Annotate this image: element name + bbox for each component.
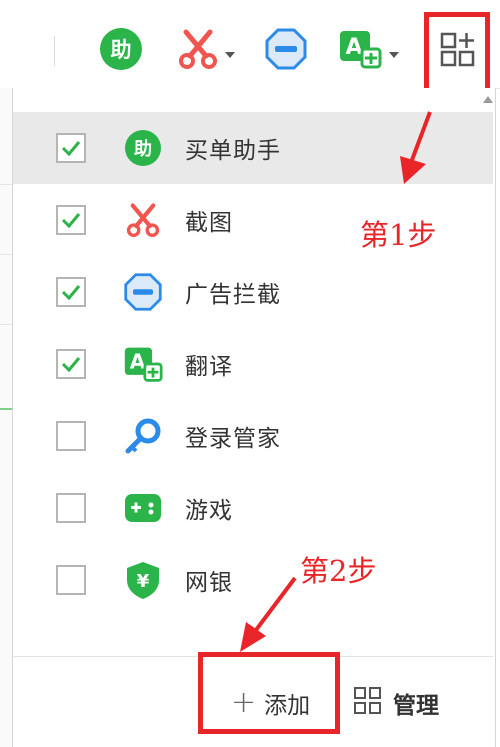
list-item[interactable]: ¥ 网银 [13, 544, 493, 616]
step2-annotation: 第2步 [300, 554, 377, 588]
svg-text:A: A [130, 350, 146, 374]
chevron-down-icon[interactable] [224, 45, 236, 58]
svg-text:助: 助 [111, 38, 132, 62]
key-icon [123, 416, 163, 456]
toolbar-extensions-button[interactable] [434, 26, 482, 78]
translate-icon: A [123, 344, 163, 384]
manage-button[interactable]: 管理 [353, 681, 439, 725]
list-item[interactable]: 广告拦截 [13, 256, 493, 328]
list-item[interactable]: 登录管家 [13, 400, 493, 472]
panel-footer: + 添加 管理 [13, 656, 493, 747]
gamepad-icon [123, 488, 163, 528]
list-item[interactable]: 游戏 [13, 472, 493, 544]
toolbar-separator [54, 36, 55, 66]
extension-list: 助 买单助手 截图 广告拦截 A 翻译 登录管家 游戏 ¥ 网银 [13, 112, 493, 616]
svg-text:A: A [345, 35, 362, 60]
browser-toolbar: 助 A [0, 0, 500, 89]
list-item-label: 网银 [185, 570, 233, 596]
scissors-icon [178, 28, 218, 74]
toolbar-assist-button[interactable]: 助 [98, 28, 144, 74]
checkbox[interactable] [56, 421, 86, 451]
svg-text:助: 助 [134, 138, 152, 160]
list-item[interactable]: 助 买单助手 [13, 112, 493, 184]
ad-block-icon [123, 272, 163, 312]
chevron-down-icon[interactable] [388, 45, 400, 58]
bank-shield-icon: ¥ [123, 560, 163, 600]
scroll-up-arrow-icon[interactable] [483, 96, 493, 103]
list-item-label: 广告拦截 [185, 282, 281, 308]
toolbar-ad-block-button[interactable] [264, 28, 308, 74]
toolbar-translate-button[interactable]: A [338, 28, 400, 74]
list-item[interactable]: A 翻译 [13, 328, 493, 400]
assist-icon: 助 [123, 128, 163, 168]
checkbox[interactable] [56, 205, 86, 235]
grid-icon [353, 686, 383, 720]
extensions-dropdown-panel: 助 买单助手 截图 广告拦截 A 翻译 登录管家 游戏 ¥ 网银 + 添加 管理 [12, 88, 496, 747]
checkbox[interactable] [56, 133, 86, 163]
ad-block-icon [264, 27, 308, 75]
add-button-label: 添加 [264, 693, 311, 719]
plus-icon: + [231, 685, 257, 720]
step1-annotation: 第1步 [360, 218, 437, 252]
checkbox[interactable] [56, 277, 86, 307]
grid-plus-icon [440, 32, 476, 72]
manage-button-label: 管理 [393, 693, 439, 719]
checkbox[interactable] [56, 565, 86, 595]
checkbox[interactable] [56, 493, 86, 523]
checkbox[interactable] [56, 349, 86, 379]
toolbar-screenshot-button[interactable] [178, 28, 236, 74]
list-item-label: 登录管家 [185, 426, 281, 452]
svg-text:¥: ¥ [137, 571, 150, 592]
list-item-label: 截图 [185, 210, 233, 236]
scissors-icon [123, 200, 163, 240]
assist-icon: 助 [98, 26, 144, 76]
list-item-label: 翻译 [185, 354, 233, 380]
add-button[interactable]: + 添加 [231, 681, 310, 725]
translate-icon: A [338, 27, 382, 75]
list-item-label: 买单助手 [185, 138, 281, 164]
list-item-label: 游戏 [185, 498, 233, 524]
